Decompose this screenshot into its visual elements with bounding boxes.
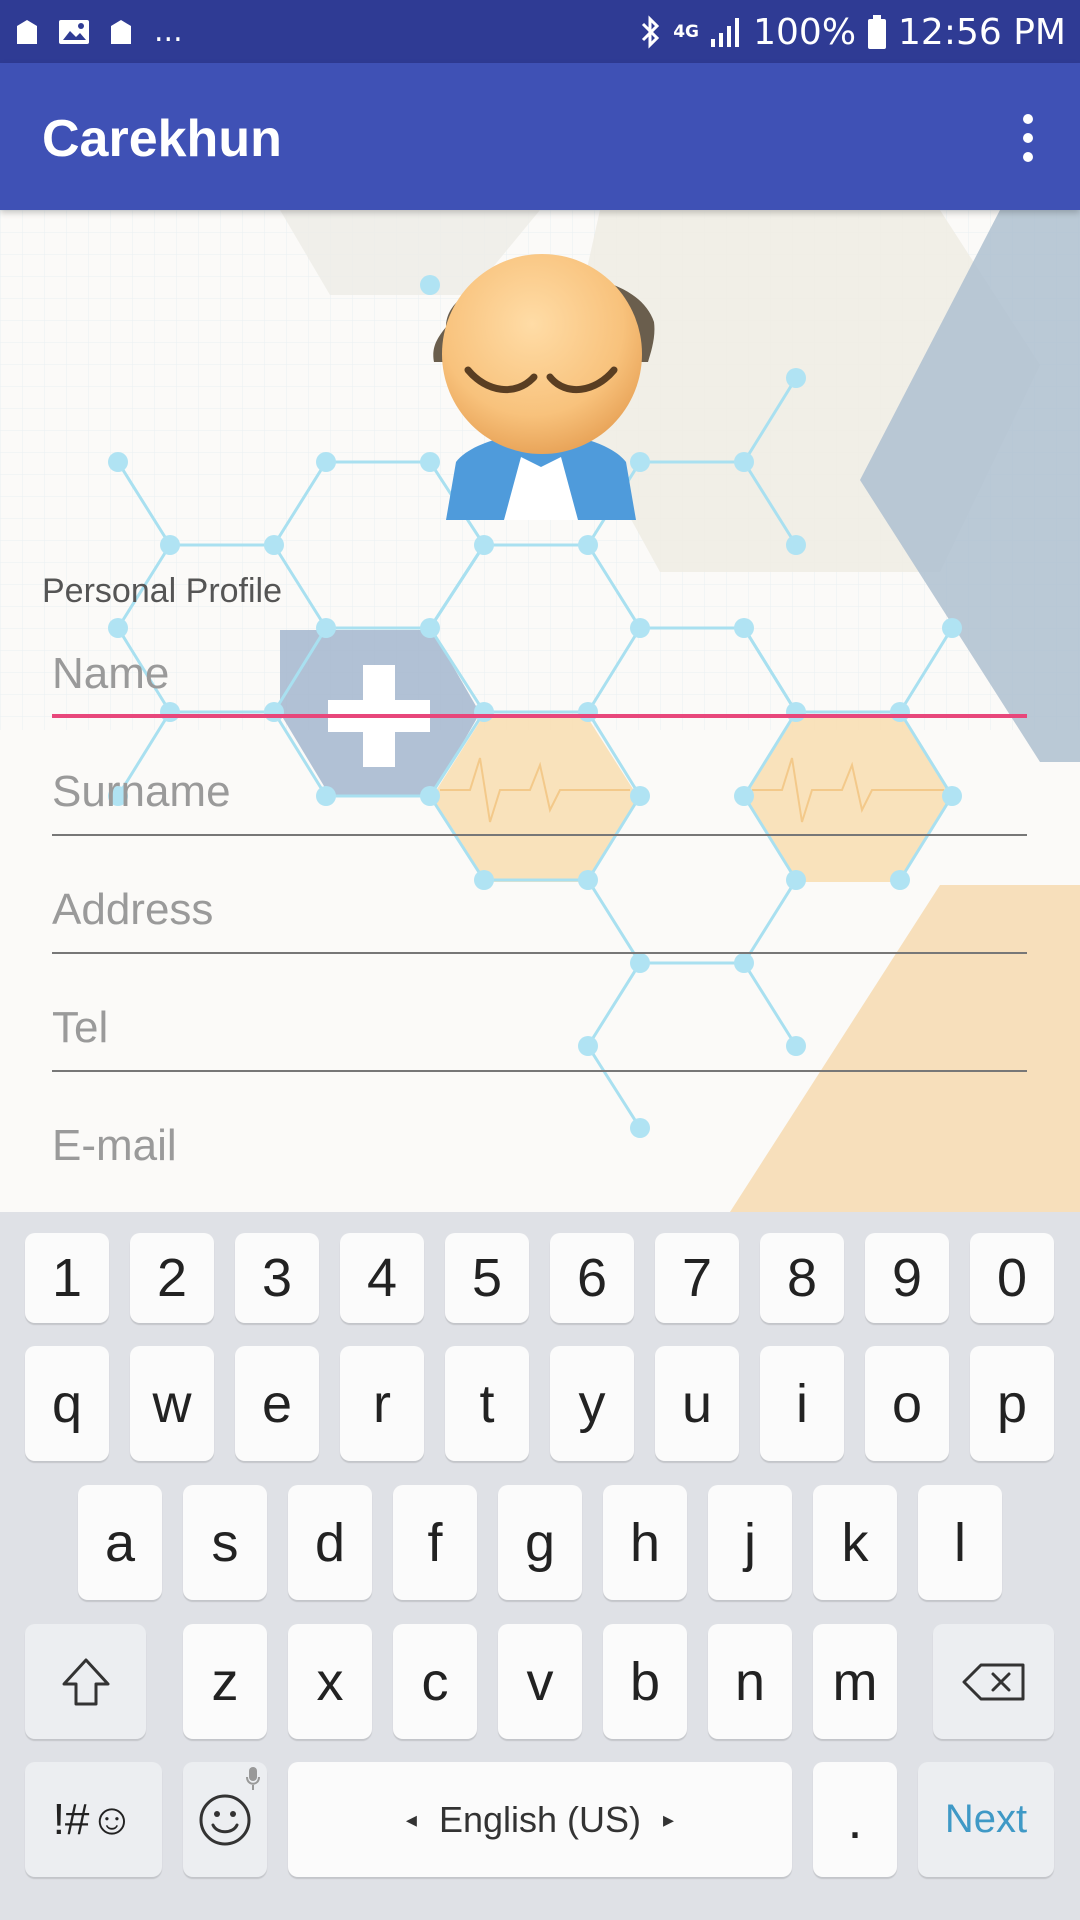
avatar-icon[interactable] — [426, 252, 656, 520]
soft-keyboard: !#☺ ◂ English (US) ▸ . Next 1234567890 qw… — [0, 1212, 1080, 1920]
shift-key[interactable] — [25, 1624, 146, 1739]
space-key[interactable]: ◂ English (US) ▸ — [288, 1762, 792, 1877]
key-6[interactable]: 6 — [550, 1233, 634, 1323]
key-a[interactable]: a — [78, 1485, 162, 1600]
key-f[interactable]: f — [393, 1485, 477, 1600]
email-field[interactable] — [52, 1104, 1027, 1196]
tel-field-underline — [52, 1070, 1027, 1072]
key-x[interactable]: x — [288, 1624, 372, 1739]
key-i[interactable]: i — [760, 1346, 844, 1461]
key-p[interactable]: p — [970, 1346, 1054, 1461]
key-1[interactable]: 1 — [25, 1233, 109, 1323]
period-key[interactable]: . — [813, 1762, 897, 1877]
surname-field-underline — [52, 834, 1027, 836]
next-key[interactable]: Next — [918, 1762, 1054, 1877]
section-label: Personal Profile — [42, 572, 283, 610]
more-notifications-indicator: ... — [154, 14, 183, 49]
key-k[interactable]: k — [813, 1485, 897, 1600]
surname-input[interactable] — [52, 750, 1027, 834]
signal-icon — [711, 18, 740, 47]
backspace-key[interactable] — [933, 1624, 1054, 1739]
key-g[interactable]: g — [498, 1485, 582, 1600]
key-j[interactable]: j — [708, 1485, 792, 1600]
email-input[interactable] — [52, 1104, 1027, 1188]
emoji-key[interactable] — [183, 1762, 267, 1877]
name-field-underline — [52, 714, 1027, 718]
key-c[interactable]: c — [393, 1624, 477, 1739]
address-field[interactable] — [52, 868, 1027, 960]
key-h[interactable]: h — [603, 1485, 687, 1600]
key-w[interactable]: w — [130, 1346, 214, 1461]
language-right-icon: ▸ — [663, 1806, 675, 1832]
clock: 12:56 PM — [898, 11, 1066, 53]
key-l[interactable]: l — [918, 1485, 1002, 1600]
more-options-button[interactable] — [996, 103, 1060, 173]
bluetooth-icon — [642, 15, 660, 49]
key-0[interactable]: 0 — [970, 1233, 1054, 1323]
key-u[interactable]: u — [655, 1346, 739, 1461]
key-n[interactable]: n — [708, 1624, 792, 1739]
bag-icon — [17, 20, 37, 44]
key-y[interactable]: y — [550, 1346, 634, 1461]
profile-form-screen: Personal Profile — [0, 210, 1080, 1212]
app-bar: Carekhun — [0, 63, 1080, 210]
surname-field[interactable] — [52, 750, 1027, 842]
app-title: Carekhun — [42, 110, 282, 168]
symbols-key[interactable]: !#☺ — [25, 1762, 162, 1877]
key-s[interactable]: s — [183, 1485, 267, 1600]
key-m[interactable]: m — [813, 1624, 897, 1739]
mic-icon — [246, 1767, 260, 1790]
key-9[interactable]: 9 — [865, 1233, 949, 1323]
image-icon — [59, 20, 89, 44]
key-2[interactable]: 2 — [130, 1233, 214, 1323]
key-e[interactable]: e — [235, 1346, 319, 1461]
shift-icon — [62, 1658, 109, 1705]
tel-field[interactable] — [52, 986, 1027, 1078]
key-4[interactable]: 4 — [340, 1233, 424, 1323]
key-v[interactable]: v — [498, 1624, 582, 1739]
name-input[interactable] — [52, 632, 1027, 716]
bag-icon — [111, 20, 131, 44]
network-type: 4G — [673, 21, 699, 42]
key-r[interactable]: r — [340, 1346, 424, 1461]
key-t[interactable]: t — [445, 1346, 529, 1461]
battery-icon — [868, 15, 887, 49]
name-field[interactable] — [52, 632, 1027, 724]
key-8[interactable]: 8 — [760, 1233, 844, 1323]
address-input[interactable] — [52, 868, 1027, 952]
key-7[interactable]: 7 — [655, 1233, 739, 1323]
tel-input[interactable] — [52, 986, 1027, 1070]
key-q[interactable]: q — [25, 1346, 109, 1461]
language-left-icon: ◂ — [405, 1806, 417, 1832]
language-label: English (US) — [438, 1798, 642, 1840]
key-d[interactable]: d — [288, 1485, 372, 1600]
battery-percent: 100% — [753, 11, 857, 53]
status-bar: ... 4G 100% 12:56 PM — [0, 0, 1080, 63]
key-3[interactable]: 3 — [235, 1233, 319, 1323]
emoji-icon — [199, 1794, 251, 1845]
more-vert-icon — [1023, 114, 1033, 124]
key-z[interactable]: z — [183, 1624, 267, 1739]
notification-icons: ... — [14, 14, 183, 50]
key-5[interactable]: 5 — [445, 1233, 529, 1323]
backspace-icon — [962, 1663, 1024, 1700]
key-o[interactable]: o — [865, 1346, 949, 1461]
system-icons: 4G 100% 12:56 PM — [637, 10, 1066, 54]
address-field-underline — [52, 952, 1027, 954]
key-b[interactable]: b — [603, 1624, 687, 1739]
